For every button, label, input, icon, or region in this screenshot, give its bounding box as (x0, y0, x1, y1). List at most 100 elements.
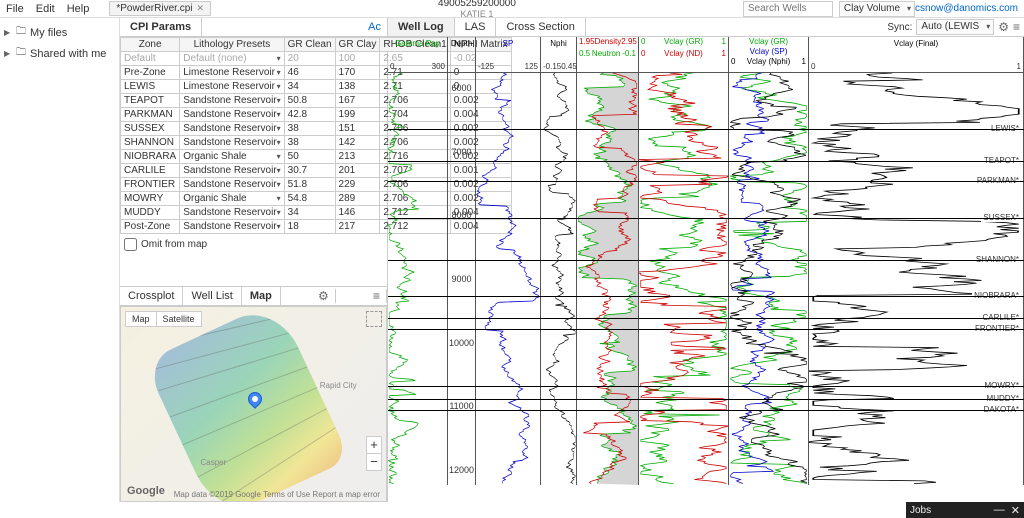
menu-file[interactable]: File (6, 3, 24, 15)
menu-icon[interactable]: ≡ (1013, 20, 1020, 34)
tab-well-log[interactable]: Well Log (388, 18, 455, 36)
zone-marker-line (388, 410, 1024, 411)
fullscreen-icon[interactable] (366, 311, 382, 327)
scale-lo: -0.15 (543, 62, 561, 71)
params-panel: CPI Params Ac Zone Lithology Presets GR … (120, 18, 388, 502)
close-tab-icon[interactable]: ✕ (196, 3, 204, 14)
document-tab[interactable]: *PowderRiver.cpi ✕ (109, 1, 211, 16)
depth-label: 10000 (448, 338, 475, 348)
close-icon[interactable]: ✕ (1011, 504, 1020, 517)
tab-map[interactable]: Map (242, 287, 281, 305)
track-title-vsp: Vclay (SP) (750, 47, 788, 56)
scale-hi: 300 (432, 62, 445, 71)
tab-crossplot[interactable]: Crossplot (120, 287, 183, 305)
document-tab-label: *PowderRiver.cpi (116, 3, 192, 14)
tree-label: My files (30, 27, 67, 39)
track-title-vgr: Vclay (GR) (664, 37, 703, 46)
zoom-in-icon[interactable]: + (367, 437, 381, 454)
ae-link[interactable]: Ac (362, 21, 387, 33)
folder-icon: 🗀 (16, 45, 26, 62)
zoom-control[interactable]: + − (366, 436, 382, 471)
zone-marker-line (388, 260, 1024, 261)
zone-marker-line (388, 161, 1024, 162)
main-menu: File Edit Help (6, 3, 89, 15)
user-email[interactable]: csnow@danomics.com (915, 3, 1018, 14)
map-type-map[interactable]: Map (126, 312, 157, 326)
zone-marker-line (388, 399, 1024, 400)
zone-marker-line (388, 129, 1024, 130)
zoom-out-icon[interactable]: − (367, 454, 381, 470)
s: -0.1 (622, 49, 636, 58)
analysis-combo[interactable]: Clay Volume (839, 1, 915, 17)
map-type-satellite[interactable]: Satellite (157, 312, 201, 326)
folder-icon: 🗀 (16, 24, 26, 41)
google-logo: Google (127, 485, 165, 497)
track-title-vgrs: Vclay (GR) (749, 37, 788, 46)
gear-icon[interactable]: ⚙ (998, 20, 1009, 34)
zone-marker-line (388, 329, 1024, 330)
omit-label: Omit from map (141, 239, 207, 250)
track-dn (577, 73, 639, 485)
track-title-gr: Gamma Ray (388, 39, 447, 48)
s: 2.95 (621, 37, 637, 46)
search-input[interactable] (743, 1, 833, 17)
menu-icon[interactable]: ≡ (367, 289, 387, 303)
jobs-label: Jobs (910, 505, 931, 516)
track-gr (388, 73, 448, 485)
zone-marker-line (388, 318, 1024, 319)
zone-marker-line (388, 218, 1024, 219)
omit-checkbox-row[interactable]: Omit from map (120, 234, 387, 255)
jobs-bar[interactable]: Jobs — ✕ (906, 502, 1024, 518)
zone-marker-line (388, 181, 1024, 182)
gear-icon[interactable]: ⚙ (312, 289, 336, 303)
track-vfinal: LEWIS*TEAPOT*PARKMAN*SUSSEX*SHANNON*NIOB… (809, 73, 1024, 485)
th-zone: Zone (121, 38, 180, 52)
zone-marker-line (388, 386, 1024, 387)
track-title-vfinal: Vclay (Final) (809, 39, 1023, 48)
map-type-toggle[interactable]: Map Satellite (125, 311, 202, 327)
track-title-nphi: Nphi (541, 39, 576, 48)
track-headers: Gamma Ray 0300 Depth SP -125125 Nphi -0.… (388, 37, 1024, 73)
map-footer: Map data ©2019 Google Terms of Use Repor… (174, 490, 380, 499)
tab-cross-section[interactable]: Cross Section (496, 18, 585, 36)
track-title-sp: SP (476, 39, 540, 48)
minimize-icon[interactable]: — (994, 504, 1005, 517)
sync-combo[interactable]: Auto (LEWIS (916, 19, 994, 35)
s: 0 (731, 57, 735, 66)
track-title-vnp: Vclay (Nphi) (747, 57, 791, 66)
place-casper: Casper (201, 458, 227, 467)
s: 0.5 (579, 49, 590, 58)
tree-label: Shared with me (30, 48, 106, 60)
s: 1 (802, 57, 806, 66)
menu-edit[interactable]: Edit (36, 3, 55, 15)
th-grclay: GR Clay (335, 38, 380, 52)
uwi-label: 49005259200000 (211, 0, 743, 9)
track-title-density: Density (595, 37, 622, 46)
scale-hi: 0.45 (561, 62, 577, 71)
tab-well-list[interactable]: Well List (183, 287, 241, 305)
depth-label: 6000 (448, 83, 475, 93)
track-sp (476, 73, 541, 485)
tab-las[interactable]: LAS (455, 18, 497, 36)
log-panel: Well Log LAS Cross Section Sync: Auto (L… (388, 18, 1024, 502)
track-body: 6000700080009000100001100012000 LEWIS*TE… (388, 73, 1024, 485)
s: 0 (641, 37, 645, 46)
zone-marker-line (388, 296, 1024, 297)
scale-hi: 125 (525, 62, 538, 71)
map-canvas[interactable]: Map Satellite Rapid City Casper + (120, 306, 387, 502)
track-depth: 6000700080009000100001100012000 (448, 73, 476, 485)
tree-shared[interactable]: ▶ 🗀 Shared with me (4, 43, 115, 64)
tree-my-files[interactable]: ▶ 🗀 My files (4, 22, 115, 43)
omit-checkbox[interactable] (124, 238, 137, 251)
file-tree: ▶ 🗀 My files ▶ 🗀 Shared with me (0, 18, 120, 502)
chevron-right-icon: ▶ (4, 49, 12, 58)
depth-label: 12000 (448, 465, 475, 475)
track-vclay1 (639, 73, 729, 485)
params-tab[interactable]: CPI Params (120, 18, 202, 36)
s: 0 (641, 49, 645, 58)
track-nphi (541, 73, 577, 485)
th-grclean: GR Clean (284, 38, 335, 52)
track-title-neutron: Neutron (592, 49, 620, 58)
menu-help[interactable]: Help (67, 3, 90, 15)
track-vclay2 (729, 73, 809, 485)
